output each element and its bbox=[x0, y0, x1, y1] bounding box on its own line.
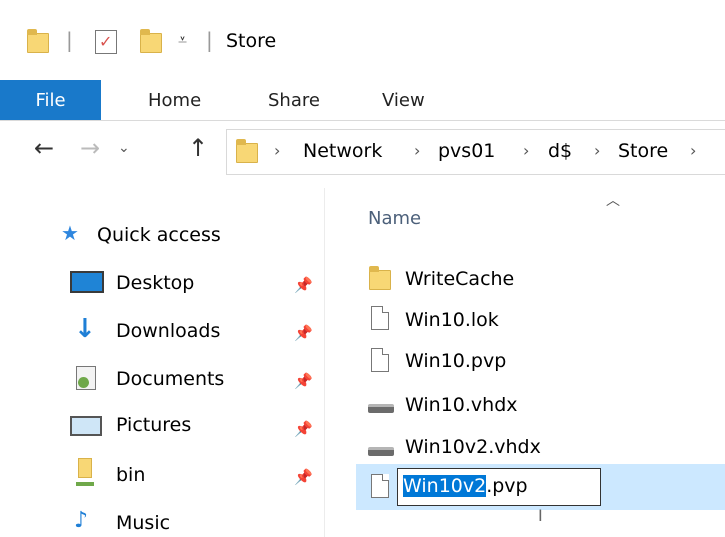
pane-splitter[interactable] bbox=[324, 188, 325, 537]
new-folder-icon[interactable] bbox=[140, 29, 162, 53]
folder-icon bbox=[78, 458, 92, 478]
properties-icon[interactable]: ✓ bbox=[95, 30, 117, 54]
rename-selected-text: Win10v2 bbox=[403, 475, 487, 497]
pin-icon[interactable]: 📌 bbox=[294, 324, 313, 342]
breadcrumb-chevron-icon[interactable]: › bbox=[523, 141, 529, 160]
network-folder-icon bbox=[76, 482, 94, 486]
tab-home[interactable]: Home bbox=[148, 80, 201, 120]
text-cursor-icon: I bbox=[538, 506, 543, 525]
rename-extension: .pvp bbox=[486, 475, 528, 497]
window-title: Store bbox=[226, 30, 277, 52]
music-note-icon: ♪ bbox=[74, 508, 89, 533]
nav-downloads[interactable]: Downloads bbox=[116, 320, 220, 342]
pin-icon[interactable]: 📌 bbox=[294, 372, 313, 390]
toolbar-separator: | bbox=[66, 28, 73, 52]
pictures-icon bbox=[70, 416, 102, 436]
toolbar-separator: | bbox=[206, 28, 213, 52]
folder-icon bbox=[369, 266, 391, 290]
tab-view[interactable]: View bbox=[382, 80, 425, 120]
file-win10-pvp[interactable]: Win10.pvp bbox=[405, 350, 506, 372]
recent-locations-icon[interactable]: ⌄ bbox=[118, 140, 130, 156]
file-win10-lok[interactable]: Win10.lok bbox=[405, 309, 499, 331]
documents-icon bbox=[76, 366, 96, 390]
breadcrumb-chevron-icon[interactable]: › bbox=[594, 141, 600, 160]
file-win10-vhdx[interactable]: Win10.vhdx bbox=[405, 394, 518, 416]
folder-icon bbox=[27, 29, 49, 53]
tab-share[interactable]: Share bbox=[268, 80, 320, 120]
desktop-icon bbox=[70, 271, 104, 293]
nav-desktop[interactable]: Desktop bbox=[116, 272, 194, 294]
breadcrumb-chevron-icon[interactable]: › bbox=[414, 141, 420, 160]
address-folder-icon bbox=[236, 139, 258, 163]
star-icon: ★ bbox=[61, 221, 79, 245]
breadcrumb-network[interactable]: Network bbox=[303, 140, 382, 162]
file-win10v2-vhdx[interactable]: Win10v2.vhdx bbox=[405, 436, 541, 458]
breadcrumb-chevron-icon[interactable]: › bbox=[274, 141, 280, 160]
rename-text[interactable]: Win10v2.pvp bbox=[403, 475, 528, 497]
customize-toolbar-icon[interactable]: ⩡ bbox=[178, 30, 187, 50]
tab-file[interactable]: File bbox=[0, 80, 101, 120]
forward-arrow-icon[interactable]: → bbox=[80, 134, 100, 162]
breadcrumb-pvs01[interactable]: pvs01 bbox=[438, 140, 495, 162]
nav-quick-access[interactable]: Quick access bbox=[97, 224, 221, 246]
disk-image-icon bbox=[368, 404, 394, 413]
up-arrow-icon[interactable]: ↑ bbox=[188, 134, 208, 162]
download-arrow-icon: ↓ bbox=[74, 314, 96, 344]
sort-ascending-icon[interactable]: ︿ bbox=[606, 190, 620, 210]
nav-bin[interactable]: bin bbox=[116, 464, 145, 486]
ribbon-tabs bbox=[0, 80, 725, 121]
column-header-name[interactable]: Name bbox=[368, 208, 421, 229]
pin-icon[interactable]: 📌 bbox=[294, 276, 313, 294]
breadcrumb-d[interactable]: d$ bbox=[548, 140, 572, 162]
nav-pictures[interactable]: Pictures bbox=[116, 414, 191, 436]
breadcrumb-chevron-icon[interactable]: › bbox=[690, 141, 696, 160]
file-icon bbox=[371, 306, 389, 330]
pin-icon[interactable]: 📌 bbox=[294, 468, 313, 486]
breadcrumb-store[interactable]: Store bbox=[618, 140, 668, 162]
disk-image-icon bbox=[368, 447, 394, 456]
nav-music[interactable]: Music bbox=[116, 512, 170, 534]
pin-icon[interactable]: 📌 bbox=[294, 420, 313, 438]
nav-documents[interactable]: Documents bbox=[116, 368, 224, 390]
file-icon bbox=[371, 474, 389, 498]
file-icon bbox=[371, 348, 389, 372]
back-arrow-icon[interactable]: ← bbox=[34, 134, 54, 162]
file-writecache[interactable]: WriteCache bbox=[405, 268, 514, 290]
